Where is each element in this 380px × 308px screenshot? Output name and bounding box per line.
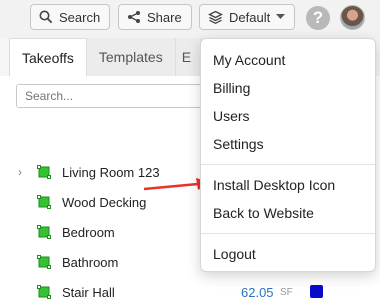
search-button[interactable]: Search [30, 4, 110, 30]
polygon-icon [37, 285, 51, 302]
panel-tabs: Takeoffs Templates E [9, 38, 202, 78]
tab-takeoffs[interactable]: Takeoffs [9, 38, 87, 76]
view-preset-label: Default [229, 9, 271, 25]
polygon-icon [37, 225, 51, 242]
layers-icon [208, 10, 223, 25]
tree-row[interactable]: Stair Hall 62.05 SF [0, 278, 380, 306]
tree-row-label: Bathroom [62, 254, 119, 270]
search-icon [39, 10, 53, 24]
share-button-label: Share [147, 9, 182, 25]
search-button-label: Search [59, 9, 101, 25]
chevron-down-icon [276, 14, 286, 20]
chevron-right-icon[interactable]: › [18, 165, 22, 179]
menu-item-my-account[interactable]: My Account [213, 52, 285, 68]
share-icon [127, 10, 141, 24]
menu-item-logout[interactable]: Logout [213, 246, 256, 262]
menu-item-users[interactable]: Users [213, 108, 250, 124]
view-preset-dropdown[interactable]: Default [199, 4, 295, 30]
measurement-unit: SF [280, 287, 293, 298]
menu-item-back-to-website[interactable]: Back to Website [213, 205, 314, 221]
avatar[interactable] [340, 5, 365, 30]
menu-divider [201, 233, 375, 234]
tree-row-label: Stair Hall [62, 284, 115, 300]
help-icon[interactable]: ? [306, 6, 330, 30]
tree-row-label: Wood Decking [62, 194, 147, 210]
menu-item-settings[interactable]: Settings [213, 136, 264, 152]
polygon-icon [37, 255, 51, 272]
polygon-icon [37, 165, 51, 182]
share-button[interactable]: Share [118, 4, 192, 30]
measurement-value: 62.05 [241, 284, 274, 300]
tab-templates[interactable]: Templates [86, 38, 176, 76]
tree-row-label: Bedroom [62, 224, 115, 240]
tab-truncated[interactable]: E [175, 38, 202, 76]
account-menu: My Account Billing Users Settings Instal… [200, 38, 376, 272]
top-toolbar: Search Share Default ? [0, 0, 380, 38]
takeoff-search-input[interactable] [16, 84, 206, 108]
menu-item-billing[interactable]: Billing [213, 80, 250, 96]
menu-divider [201, 164, 375, 165]
menu-item-install-desktop-icon[interactable]: Install Desktop Icon [213, 177, 335, 193]
polygon-icon [37, 195, 51, 212]
color-swatch[interactable] [310, 285, 323, 298]
